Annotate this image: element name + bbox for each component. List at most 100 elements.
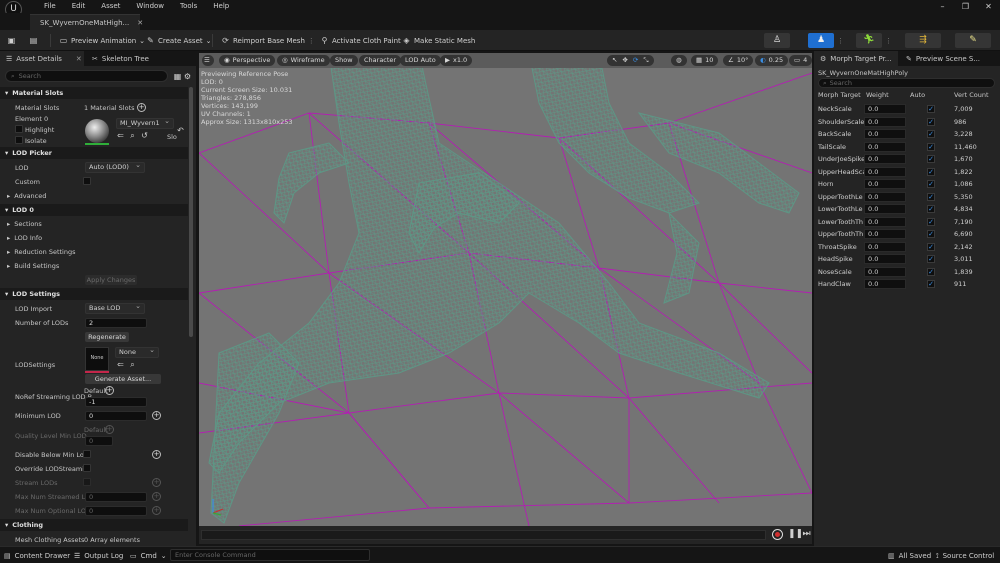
section-material-slots[interactable]: ▾ Material Slots: [0, 87, 188, 99]
column-weight[interactable]: Weight: [866, 91, 889, 101]
morph-row[interactable]: ThroatSpike 0.0 ✓ 2,142: [816, 241, 998, 253]
minimize-icon[interactable]: –: [931, 0, 954, 14]
restore-icon[interactable]: ❐: [954, 0, 977, 14]
morph-weight-field[interactable]: 0.0: [864, 254, 906, 264]
scale-icon[interactable]: ⤡: [643, 55, 648, 66]
subsection-reduction-settings[interactable]: ▸ Reduction Settings: [0, 246, 188, 258]
subsection-sections[interactable]: ▸ Sections: [0, 218, 188, 230]
animation-mode-more[interactable]: ⋮: [882, 33, 895, 48]
num-lods-field[interactable]: 2: [85, 318, 147, 328]
disable-below-checkbox[interactable]: [83, 450, 91, 458]
tab-close-icon[interactable]: ✕: [76, 55, 82, 63]
morph-weight-field[interactable]: 0.0: [864, 116, 906, 127]
browse-button[interactable]: ▤: [26, 33, 41, 48]
mesh-mode-button[interactable]: ♟: [808, 33, 834, 48]
morph-weight-field[interactable]: 0.0: [864, 204, 906, 214]
auto-checkbox[interactable]: ✓: [927, 230, 935, 238]
browse-asset-icon[interactable]: ⌕: [128, 360, 137, 369]
material-dropdown[interactable]: MI_Wyvern1: [116, 117, 174, 129]
morph-weight-field[interactable]: 0.0: [864, 216, 906, 227]
auto-checkbox[interactable]: ✓: [927, 205, 935, 213]
morph-row[interactable]: UpperToothTh 0.0 ✓ 6,690: [816, 228, 998, 240]
cmd-button[interactable]: ▭ Cmd ⌄: [130, 550, 167, 562]
animation-mode-button[interactable]: 🏃︎: [856, 33, 882, 48]
morph-weight-field[interactable]: 0.0: [864, 266, 906, 277]
console-input[interactable]: Enter Console Command: [170, 549, 370, 561]
material-thumbnail[interactable]: [85, 119, 109, 143]
use-selected-icon[interactable]: ⇐: [116, 360, 125, 369]
morph-row[interactable]: UpperToothLe 0.0 ✓ 5,350: [816, 191, 998, 203]
section-lod0[interactable]: ▾ LOD 0: [0, 204, 188, 216]
select-icon[interactable]: ↖: [612, 55, 617, 66]
step-forward-icon[interactable]: ⏭: [802, 530, 811, 539]
morph-row[interactable]: ShoulderScale 0.0 ✓ 986: [816, 116, 998, 128]
max-num-optional-add-button[interactable]: +: [152, 506, 161, 515]
lodsettings-thumbnail[interactable]: None: [85, 347, 109, 371]
tab-close-icon[interactable]: ✕: [137, 19, 143, 27]
auto-checkbox[interactable]: ✓: [927, 267, 935, 276]
noref-streaming-field[interactable]: -1: [85, 397, 147, 407]
preview-viewport[interactable]: ☰ ◉ Perspective ◎ Wireframe Show Character…: [199, 53, 812, 526]
source-control-button[interactable]: ⟟ Source Control: [936, 550, 994, 562]
morph-row[interactable]: LowerToothTh 0.0 ✓ 7,190: [816, 216, 998, 228]
morph-search-input[interactable]: ⌕ Search: [818, 78, 995, 88]
auto-checkbox[interactable]: ✓: [927, 280, 935, 288]
reset-icon[interactable]: ↺: [140, 131, 149, 140]
max-num-streamed-add-button[interactable]: +: [152, 492, 161, 501]
morph-weight-field[interactable]: 0.0: [864, 279, 906, 289]
morph-weight-field[interactable]: 0.0: [864, 129, 906, 139]
all-saved-button[interactable]: ▥ All Saved: [888, 550, 931, 562]
details-scrollbar[interactable]: [189, 87, 193, 337]
browse-asset-icon[interactable]: ⌕: [128, 131, 137, 140]
pause-icon[interactable]: ❚❚: [788, 530, 803, 539]
max-num-optional-field[interactable]: 0: [85, 506, 147, 516]
morph-row[interactable]: LowerToothLe 0.0 ✓ 4,834: [816, 203, 998, 215]
lod-dropdown[interactable]: Auto (LOD0): [85, 161, 145, 173]
generate-asset-button[interactable]: Generate Asset...: [85, 374, 161, 384]
isolate-checkbox[interactable]: [15, 136, 23, 144]
camera-speed-button[interactable]: ▭ 4: [789, 55, 812, 66]
auto-checkbox[interactable]: ✓: [927, 217, 935, 226]
morph-row[interactable]: BackScale 0.0 ✓ 3,228: [816, 128, 998, 140]
timeline-scrubber[interactable]: [201, 530, 766, 540]
playback-speed-button[interactable]: ▶ x1.0: [440, 55, 473, 66]
auto-checkbox[interactable]: ✓: [927, 242, 935, 251]
make-static-mesh-button[interactable]: ◈ Make Static Mesh: [399, 33, 478, 48]
override-streaming-checkbox[interactable]: [83, 464, 91, 472]
morph-weight-field[interactable]: 0.0: [864, 241, 906, 252]
content-drawer-button[interactable]: ▤ Content Drawer: [4, 550, 70, 562]
highlight-checkbox[interactable]: [15, 125, 23, 133]
morph-row[interactable]: Horn 0.0 ✓ 1,086: [816, 178, 998, 190]
tab-asset-details[interactable]: ☰ Asset Details ✕: [0, 51, 84, 66]
section-lod-picker[interactable]: ▾ LOD Picker: [0, 147, 188, 159]
settings-icon[interactable]: ⚙: [183, 72, 192, 81]
auto-checkbox[interactable]: ✓: [927, 130, 935, 138]
rotate-icon[interactable]: ⟳: [633, 55, 638, 66]
morph-row[interactable]: UpperHeadSca 0.0 ✓ 1,822: [816, 166, 998, 178]
auto-checkbox[interactable]: ✓: [927, 155, 935, 163]
more-icon[interactable]: ⋮: [308, 37, 315, 45]
perspective-button[interactable]: ◉ Perspective: [219, 55, 276, 66]
morph-weight-field[interactable]: 0.0: [864, 229, 906, 239]
physics-mode-button[interactable]: ✎: [955, 33, 991, 48]
regenerate-button[interactable]: Regenerate: [85, 332, 129, 342]
section-clothing[interactable]: ▾ Clothing: [0, 519, 188, 531]
grid-view-icon[interactable]: ▦: [173, 72, 182, 81]
reset-arrow-icon[interactable]: ↶: [176, 126, 185, 135]
morph-weight-field[interactable]: 0.0: [864, 154, 906, 164]
auto-checkbox[interactable]: ✓: [927, 117, 935, 126]
column-morph-target[interactable]: Morph Target: [818, 91, 861, 101]
section-advanced[interactable]: ▸ Advanced: [0, 190, 188, 202]
subsection-build-settings[interactable]: ▸ Build Settings: [0, 260, 188, 272]
details-search-input[interactable]: ⌕ Search: [5, 70, 168, 82]
menu-window[interactable]: Window: [128, 1, 172, 12]
column-vert-count[interactable]: Vert Count: [954, 91, 989, 101]
document-tab[interactable]: SK_WyvernOneMatHigh... ✕: [30, 14, 143, 30]
menu-help[interactable]: Help: [205, 1, 237, 12]
reimport-button[interactable]: ⟳ Reimport Base Mesh ⋮: [218, 33, 318, 48]
minimum-lod-add-button[interactable]: +: [152, 411, 161, 420]
morph-row[interactable]: UnderJoeSpike 0.0 ✓ 1,670: [816, 153, 998, 165]
world-local-button[interactable]: ◍: [671, 55, 687, 66]
morph-row[interactable]: TailScale 0.0 ✓ 11,460: [816, 141, 998, 153]
menu-edit[interactable]: Edit: [64, 1, 94, 12]
